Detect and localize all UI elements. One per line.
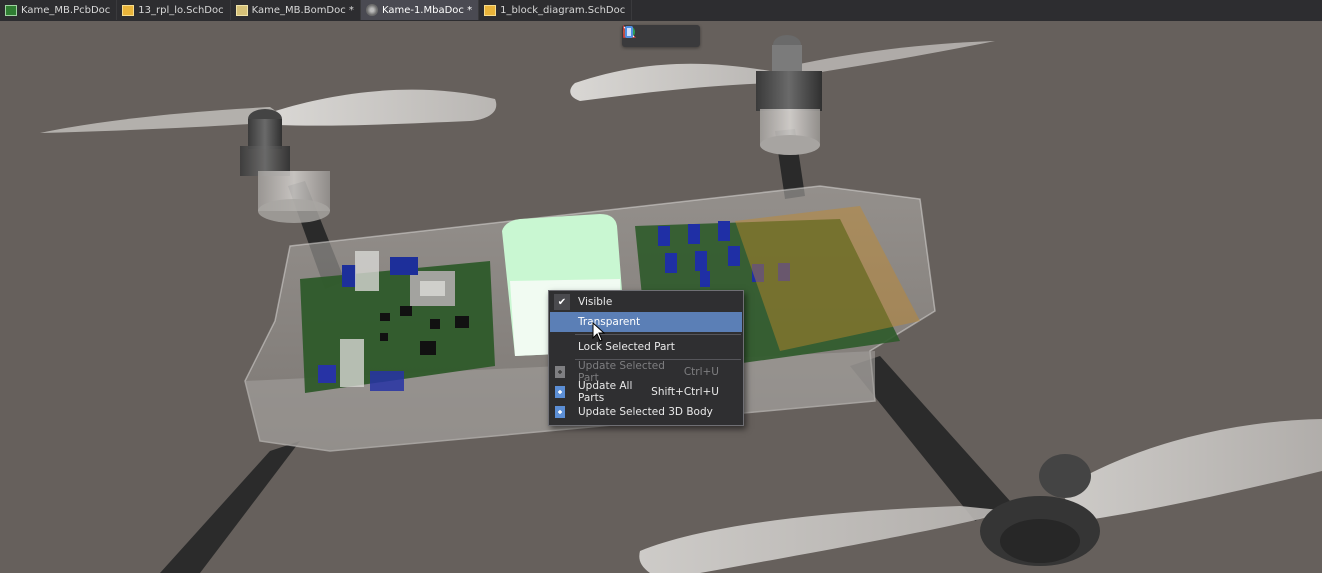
update-part-icon: [555, 366, 565, 378]
menu-item-label: Update All Parts: [578, 380, 633, 404]
tab-13-rpl-lo-schdoc[interactable]: 13_rpl_lo.SchDoc: [117, 0, 231, 20]
tab-kame-1-mbadoc[interactable]: Kame-1.MbaDoc *: [360, 0, 480, 20]
tab-label: 13_rpl_lo.SchDoc: [138, 4, 224, 16]
menu-item-update-all-parts[interactable]: Update All Parts Shift+Ctrl+U: [549, 380, 743, 404]
menu-item-transparent[interactable]: Transparent: [550, 312, 742, 332]
update-all-icon: [555, 386, 565, 398]
tab-kame-mb-bomdoc[interactable]: Kame_MB.BomDoc *: [231, 0, 361, 20]
section-icon[interactable]: [623, 25, 669, 44]
bom-doc-icon: [235, 4, 248, 16]
menu-item-lock-selected-part[interactable]: Lock Selected Part: [549, 337, 743, 357]
mouse-cursor-icon: [592, 322, 606, 342]
menu-item-update-selected-3d-body[interactable]: Update Selected 3D Body: [549, 402, 743, 422]
tab-label: 1_block_diagram.SchDoc: [500, 4, 626, 16]
propeller-top-right: [570, 35, 995, 155]
checkmark-icon: ✔: [554, 294, 570, 310]
menu-item-label: Update Selected 3D Body: [578, 406, 713, 418]
menu-item-label: Lock Selected Part: [578, 341, 675, 353]
tab-kame-mb-pcbdoc[interactable]: Kame_MB.PcbDoc: [0, 0, 118, 20]
sch-doc-icon: [122, 4, 135, 16]
mba-doc-icon: [365, 4, 378, 16]
menu-item-shortcut: Ctrl+U: [683, 366, 719, 378]
tab-label: Kame-1.MbaDoc *: [381, 4, 473, 16]
menu-item-update-selected-part[interactable]: Update Selected Part Ctrl+U: [549, 360, 743, 384]
menu-item-label: Visible: [578, 296, 613, 308]
menu-item-shortcut: Shift+Ctrl+U: [651, 386, 719, 398]
tab-label: Kame_MB.PcbDoc: [21, 4, 111, 16]
tab-1-block-diagram-schdoc[interactable]: 1_block_diagram.SchDoc: [479, 0, 633, 20]
document-tab-bar: Kame_MB.PcbDoc 13_rpl_lo.SchDoc Kame_MB.…: [0, 0, 1322, 22]
sch-doc-icon: [484, 4, 497, 16]
update-body-icon: [555, 406, 565, 418]
propeller-top-left: [40, 89, 497, 223]
3d-view-toolbar: [622, 25, 700, 47]
view-icon[interactable]: [625, 26, 695, 44]
pcb-doc-icon: [5, 4, 17, 16]
menu-item-visible[interactable]: ✔ Visible: [549, 292, 743, 312]
context-menu: ✔ Visible Transparent Lock Selected Part…: [548, 290, 744, 426]
tab-label: Kame_MB.BomDoc *: [251, 4, 354, 16]
